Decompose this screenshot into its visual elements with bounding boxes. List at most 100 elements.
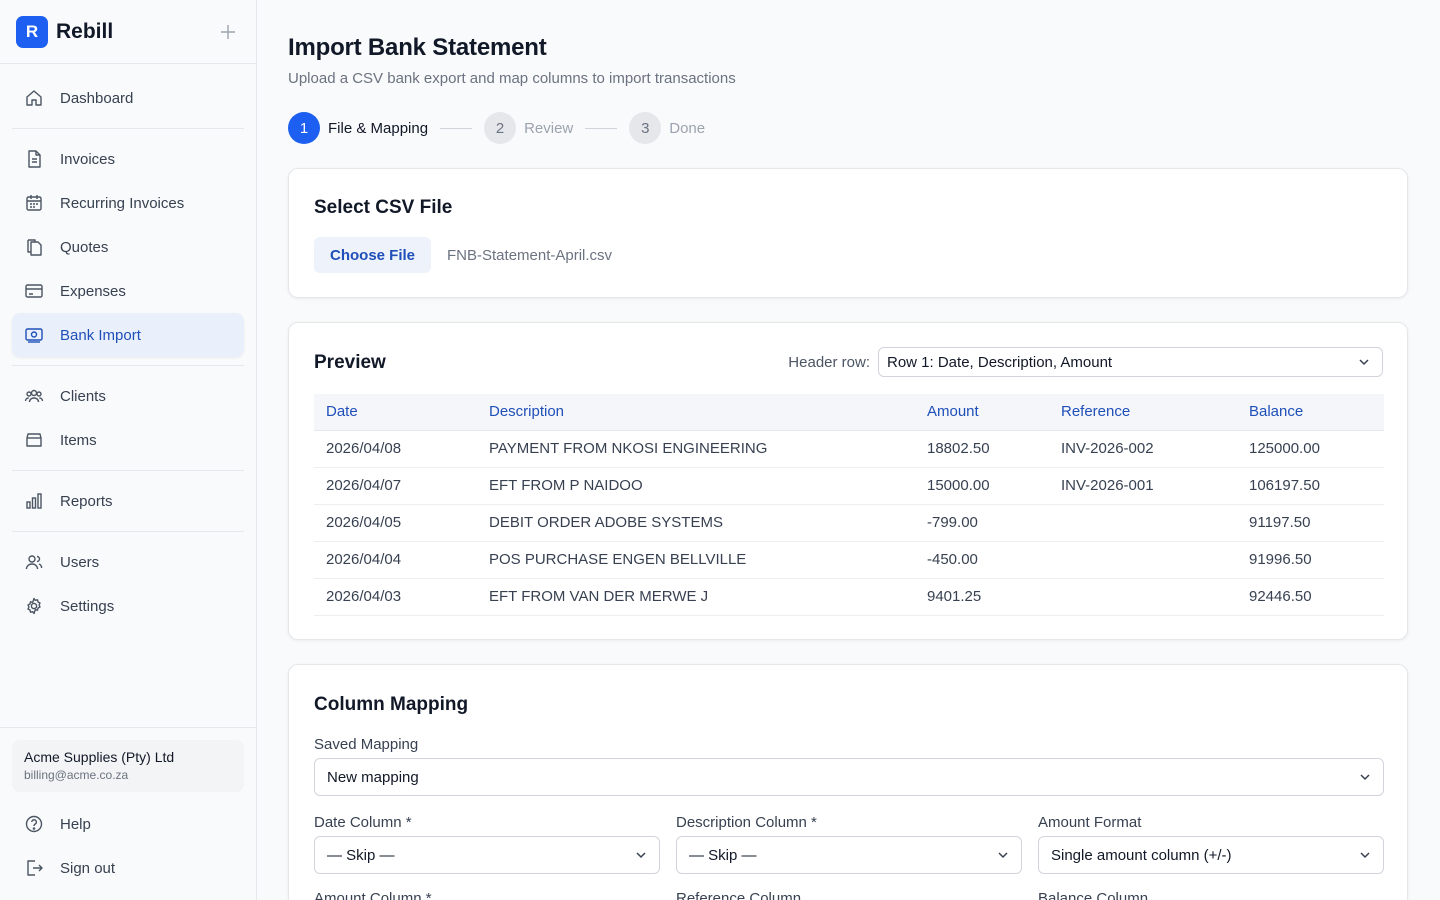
sidebar-nav: Dashboard Invoices Recurring Invoices Qu… — [0, 64, 256, 628]
table-cell: 125000.00 — [1237, 430, 1384, 468]
table-cell: POS PURCHASE ENGEN BELLVILLE — [477, 541, 915, 579]
page-subtitle: Upload a CSV bank export and map columns… — [288, 70, 736, 87]
help-icon — [25, 815, 43, 833]
table-cell: 18802.50 — [915, 430, 1049, 468]
table-row: 2026/04/08 PAYMENT FROM NKOSI ENGINEERIN… — [314, 430, 1384, 468]
chevron-down-icon — [1360, 852, 1370, 859]
preview-card: Preview Header row: Row 1: Date, Descrip… — [288, 322, 1408, 640]
column-header: Date — [314, 394, 477, 431]
sidebar-footer: Acme Supplies (Pty) Ltd billing@acme.co.… — [0, 727, 256, 900]
banknote-icon — [25, 328, 43, 343]
sidebar-item-users[interactable]: Users — [12, 540, 244, 584]
account-name: Acme Supplies (Pty) Ltd — [24, 749, 175, 765]
saved-mapping-label: Saved Mapping — [314, 736, 419, 753]
sidebar-item-invoices[interactable]: Invoices — [12, 137, 244, 181]
table-row: 2026/04/03 EFT FROM VAN DER MERWE J 9401… — [314, 578, 1384, 616]
sidebar-item-label: Invoices — [60, 150, 116, 168]
step-connector — [585, 127, 618, 129]
header-row-value: Row 1: Date, Description, Amount — [887, 353, 1113, 371]
file-picker: Choose File FNB-Statement-April.csv — [314, 237, 612, 273]
select-file-card: Select CSV File Choose File FNB-Statemen… — [288, 168, 1408, 298]
sign-out-label: Sign out — [60, 859, 116, 877]
table-cell: 91197.50 — [1237, 504, 1384, 542]
table-cell: 2026/04/03 — [314, 578, 477, 616]
import-stepper: 1 File & Mapping 2 Review 3 Done — [288, 112, 705, 144]
step-connector — [440, 127, 473, 129]
table-row: 2026/04/07 EFT FROM P NAIDOO 15000.00 IN… — [314, 467, 1384, 505]
description-column-value: — Skip — — [689, 846, 757, 864]
column-header: Reference — [1049, 394, 1237, 431]
table-cell: DEBIT ORDER ADOBE SYSTEMS — [477, 504, 915, 542]
step-review: 2 Review — [484, 112, 573, 144]
sidebar-item-dashboard[interactable]: Dashboard — [12, 76, 244, 120]
header-row-label: Header row: — [788, 353, 870, 371]
brand-header: R Rebill — [0, 0, 256, 64]
header-row-select[interactable]: Row 1: Date, Description, Amount — [878, 347, 1383, 377]
step-number: 1 — [288, 112, 320, 144]
sidebar-item-quotes[interactable]: Quotes — [12, 225, 244, 269]
amount-column-label: Amount Column * — [314, 890, 432, 900]
step-label: Review — [524, 119, 574, 137]
table-cell: 106197.50 — [1237, 467, 1384, 505]
table-cell: 2026/04/04 — [314, 541, 477, 579]
app-name: Rebill — [56, 19, 114, 43]
amount-format-label: Amount Format — [1038, 814, 1142, 831]
chevron-down-icon — [1359, 359, 1369, 366]
bar-chart-icon — [26, 493, 42, 509]
sidebar-item-recurring-invoices[interactable]: Recurring Invoices — [12, 181, 244, 225]
sidebar-item-expenses[interactable]: Expenses — [12, 269, 244, 313]
step-label: File & Mapping — [328, 119, 429, 137]
sidebar-item-items[interactable]: Items — [12, 418, 244, 462]
choose-file-button[interactable]: Choose File — [314, 237, 432, 273]
sidebar-item-label: Recurring Invoices — [60, 194, 185, 212]
help-label: Help — [60, 815, 91, 833]
sidebar-item-label: Dashboard — [60, 89, 134, 107]
sidebar-item-settings[interactable]: Settings — [12, 584, 244, 628]
step-label: Done — [669, 119, 706, 137]
balance-column-label: Balance Column — [1038, 890, 1149, 900]
account-email: billing@acme.co.za — [24, 768, 129, 782]
card-title: Select CSV File — [314, 197, 453, 218]
sign-out-link[interactable]: Sign out — [12, 846, 244, 890]
table-cell: 9401.25 — [915, 578, 1049, 616]
table-cell — [1049, 578, 1237, 616]
app-logo: R — [16, 15, 48, 48]
plus-icon[interactable] — [216, 20, 240, 44]
table-cell: PAYMENT FROM NKOSI ENGINEERING — [477, 430, 915, 468]
gear-icon — [27, 597, 41, 615]
column-header: Balance — [1237, 394, 1384, 431]
table-cell — [1049, 541, 1237, 579]
sidebar-item-reports[interactable]: Reports — [12, 479, 244, 523]
sidebar-item-bank-import[interactable]: Bank Import — [12, 313, 244, 357]
table-cell: -450.00 — [915, 541, 1049, 579]
description-column-select[interactable]: — Skip — — [676, 836, 1022, 874]
table-header-row: Date Description Amount Reference Balanc… — [314, 394, 1384, 431]
account-card[interactable]: Acme Supplies (Pty) Ltd billing@acme.co.… — [12, 740, 244, 792]
sidebar: R Rebill Dashboard Invoices Recurring In… — [0, 0, 257, 900]
date-column-select[interactable]: — Skip — — [314, 836, 660, 874]
table-cell: 2026/04/07 — [314, 467, 477, 505]
card-title: Preview — [314, 352, 386, 373]
home-icon — [26, 90, 42, 106]
date-column-label: Date Column * — [314, 814, 412, 831]
chevron-down-icon — [998, 852, 1008, 859]
table-cell: 91996.50 — [1237, 541, 1384, 579]
date-column-value: — Skip — — [327, 846, 395, 864]
sidebar-item-clients[interactable]: Clients — [12, 374, 244, 418]
page-title: Import Bank Statement — [288, 34, 547, 61]
calendar-icon — [26, 195, 42, 211]
divider — [12, 470, 244, 471]
header-row-control: Header row: Row 1: Date, Description, Am… — [788, 347, 1383, 377]
table-cell: 92446.50 — [1237, 578, 1384, 616]
column-mapping-card: Column Mapping Saved Mapping New mapping… — [288, 664, 1408, 900]
description-column-label: Description Column * — [676, 814, 817, 831]
card-title: Column Mapping — [314, 694, 469, 715]
help-link[interactable]: Help — [12, 802, 244, 846]
step-done: 3 Done — [629, 112, 705, 144]
table-row: 2026/04/05 DEBIT ORDER ADOBE SYSTEMS -79… — [314, 504, 1384, 542]
step-number: 2 — [484, 112, 517, 144]
saved-mapping-select[interactable]: New mapping — [314, 758, 1384, 796]
amount-format-select[interactable]: Single amount column (+/-) — [1038, 836, 1384, 874]
table-row: 2026/04/04 POS PURCHASE ENGEN BELLVILLE … — [314, 541, 1384, 579]
reference-column-label: Reference Column — [676, 890, 802, 900]
